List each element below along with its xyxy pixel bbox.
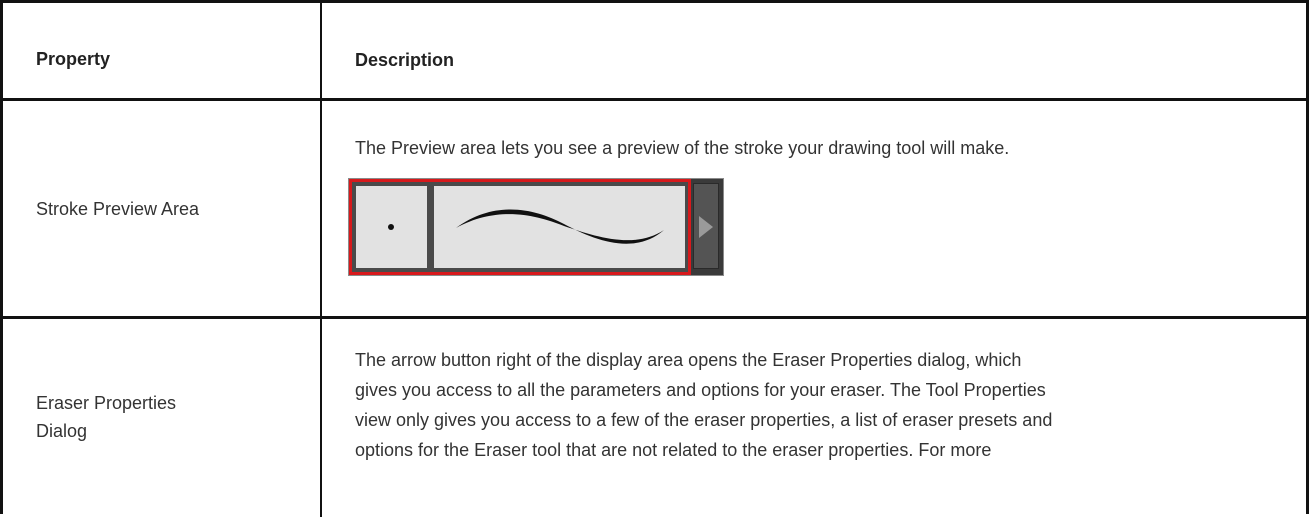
arrow-right-icon [699, 216, 713, 238]
description-line: view only gives you access to a few of t… [355, 410, 1053, 430]
stroke-sample-icon [456, 209, 664, 244]
property-line: Eraser Properties [36, 393, 177, 413]
description-line: The arrow button right of the display ar… [355, 350, 1022, 370]
description-eraser-properties-dialog: The arrow button right of the display ar… [355, 345, 1275, 465]
property-eraser-properties-dialog: Eraser Properties Dialog [36, 389, 176, 445]
column-divider [320, 101, 322, 316]
description-line: options for the Eraser tool that are not… [355, 440, 992, 460]
brush-size-dot-icon [388, 224, 394, 230]
header-description: Description [355, 50, 455, 70]
property-line: Dialog [36, 421, 88, 441]
table-row: Eraser Properties Dialog The arrow butto… [3, 319, 1306, 517]
property-stroke-preview-area: Stroke Preview Area [36, 199, 200, 219]
table-header-row: Property Description [3, 3, 1306, 101]
brush-size-preview [356, 186, 427, 268]
stroke-preview-widget [348, 178, 724, 276]
description-line: gives you access to all the parameters a… [355, 380, 1046, 400]
stroke-preview [434, 186, 685, 268]
preview-highlight-frame [349, 179, 691, 275]
eraser-properties-arrow-button[interactable] [693, 183, 719, 269]
column-divider [320, 319, 322, 517]
description-stroke-preview-area: The Preview area lets you see a preview … [355, 138, 1010, 158]
header-property: Property [36, 49, 111, 69]
column-divider [320, 3, 322, 98]
